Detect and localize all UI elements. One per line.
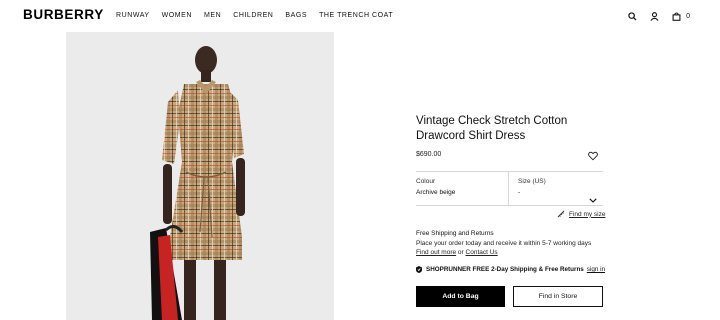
find-my-size-label: Find my size bbox=[569, 210, 606, 218]
chevron-down-icon bbox=[589, 190, 597, 208]
add-to-bag-button[interactable]: Add to Bag bbox=[416, 286, 505, 307]
product-price: $690.00 bbox=[416, 151, 442, 158]
contact-us-link[interactable]: Contact Us bbox=[466, 249, 498, 256]
nav-children[interactable]: CHILDREN bbox=[233, 12, 273, 19]
shoprunner-icon bbox=[416, 266, 422, 273]
shoprunner-text: SHOPRUNNER FREE 2-Day Shipping & Free Re… bbox=[426, 266, 584, 273]
shoprunner-banner: SHOPRUNNER FREE 2-Day Shipping & Free Re… bbox=[416, 266, 605, 273]
colour-value: Archive beige bbox=[416, 189, 456, 196]
colour-label: Colour bbox=[416, 178, 436, 185]
size-label: Size (US) bbox=[518, 178, 546, 185]
bag-icon[interactable] bbox=[670, 10, 682, 22]
variant-selectors: Colour Archive beige Size (US) - bbox=[416, 171, 603, 206]
sign-in-link[interactable]: sign in bbox=[587, 266, 605, 273]
account-icon[interactable] bbox=[648, 10, 660, 22]
main-nav: RUNWAY WOMEN MEN CHILDREN BAGS THE TRENC… bbox=[116, 12, 405, 19]
heart-icon[interactable] bbox=[588, 148, 599, 161]
burberry-logo[interactable]: BURBERRY bbox=[23, 7, 104, 22]
find-out-more-link[interactable]: Find out more bbox=[416, 249, 456, 256]
product-title: Vintage Check Stretch Cotton Drawcord Sh… bbox=[416, 115, 568, 142]
nav-men[interactable]: MEN bbox=[204, 12, 221, 19]
header-actions: 0 bbox=[616, 10, 690, 22]
or-text: or bbox=[457, 249, 464, 256]
shipping-text: Place your order today and receive it wi… bbox=[416, 239, 592, 247]
shipping-links: Find out more or Contact Us bbox=[416, 248, 616, 258]
site-header: BURBERRY RUNWAY WOMEN MEN CHILDREN BAGS … bbox=[0, 0, 720, 32]
bag-count: 0 bbox=[686, 12, 690, 20]
shipping-title: Free Shipping and Returns bbox=[416, 230, 494, 237]
nav-bags[interactable]: BAGS bbox=[285, 12, 307, 19]
colour-selector[interactable]: Colour Archive beige bbox=[416, 172, 509, 205]
model-illustration bbox=[150, 46, 245, 320]
ruler-icon bbox=[557, 210, 565, 218]
search-icon[interactable] bbox=[626, 10, 638, 22]
nav-women[interactable]: WOMEN bbox=[162, 12, 192, 19]
shipping-info: Free Shipping and Returns Place your ord… bbox=[416, 229, 616, 258]
find-my-size-link[interactable]: Find my size bbox=[557, 210, 605, 218]
size-selector[interactable]: Size (US) - bbox=[509, 172, 603, 205]
nav-runway[interactable]: RUNWAY bbox=[116, 12, 150, 19]
product-image[interactable] bbox=[66, 32, 334, 320]
find-in-store-button[interactable]: Find in Store bbox=[513, 286, 603, 307]
nav-trench-coat[interactable]: THE TRENCH COAT bbox=[319, 12, 393, 19]
